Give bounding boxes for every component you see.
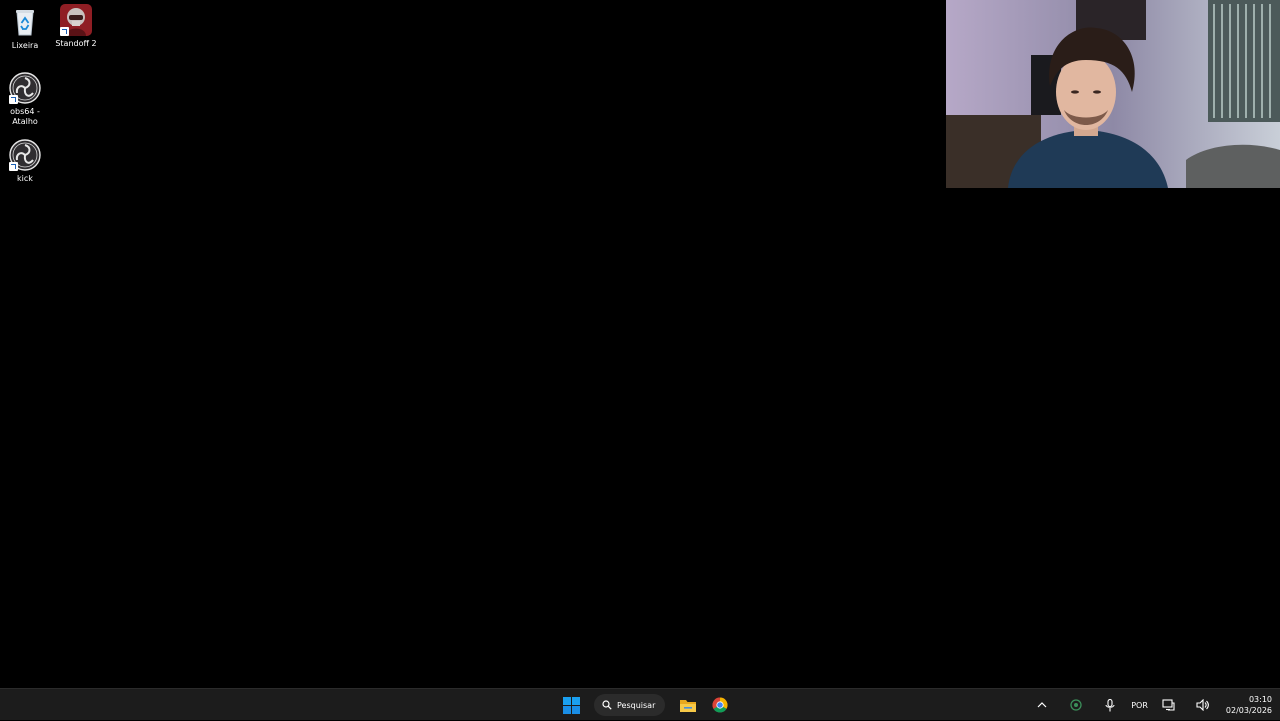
network-button[interactable] <box>1156 692 1182 718</box>
taskbar-search[interactable]: Pesquisar <box>594 694 666 716</box>
webcam-image <box>946 0 1280 188</box>
system-tray: POR 03:10 02/03/2026 <box>1029 689 1272 721</box>
show-hidden-icons-button[interactable] <box>1029 692 1055 718</box>
tray-app-button[interactable] <box>1063 692 1089 718</box>
desktop-icon-label: kick <box>17 174 33 183</box>
clock-date: 02/03/2026 <box>1225 706 1272 715</box>
desktop-icon-label: Standoff 2 <box>55 39 97 48</box>
taskbar-file-explorer[interactable] <box>675 692 701 718</box>
shortcut-arrow-icon <box>9 95 18 104</box>
shortcut-arrow-icon <box>9 162 18 171</box>
taskbar: Pesquisar POR 03:10 02/03/2026 <box>0 688 1280 720</box>
shortcut-arrow-icon <box>60 27 69 36</box>
obs-icon <box>9 72 41 104</box>
game-icon <box>60 4 92 36</box>
microphone-button[interactable] <box>1097 692 1123 718</box>
tray-app-icon <box>1070 699 1082 711</box>
start-button[interactable] <box>558 692 584 718</box>
recycle-bin-icon <box>9 6 41 38</box>
microphone-icon <box>1105 698 1115 711</box>
taskbar-center: Pesquisar <box>558 689 733 721</box>
obs-icon <box>9 139 41 171</box>
chrome-icon <box>712 697 728 713</box>
desktop-icon-kick[interactable]: kick <box>0 139 50 184</box>
volume-icon <box>1196 699 1210 711</box>
search-label: Pesquisar <box>617 700 656 710</box>
file-explorer-icon <box>680 700 697 712</box>
clock[interactable]: 03:10 02/03/2026 <box>1226 694 1272 716</box>
language-indicator[interactable]: POR <box>1131 701 1148 710</box>
clock-time: 03:10 <box>1248 695 1272 704</box>
windows-start-icon <box>562 696 580 714</box>
network-icon <box>1162 699 1175 711</box>
volume-button[interactable] <box>1190 692 1216 718</box>
desktop-icon-label: Lixeira <box>11 41 39 50</box>
search-icon <box>602 700 612 710</box>
chevron-up-icon <box>1037 702 1047 708</box>
desktop-icon-standoff-2[interactable]: Standoff 2 <box>51 4 101 49</box>
desktop-icon-label: obs64 - Atalho <box>10 107 40 126</box>
taskbar-chrome[interactable] <box>707 692 733 718</box>
desktop-icon-obs64[interactable]: obs64 - Atalho <box>0 72 50 127</box>
desktop: Lixeira Standoff 2 obs64 - Atalho kick <box>0 0 1280 688</box>
desktop-icon-lixeira[interactable]: Lixeira <box>0 6 50 51</box>
webcam-overlay <box>946 0 1280 188</box>
